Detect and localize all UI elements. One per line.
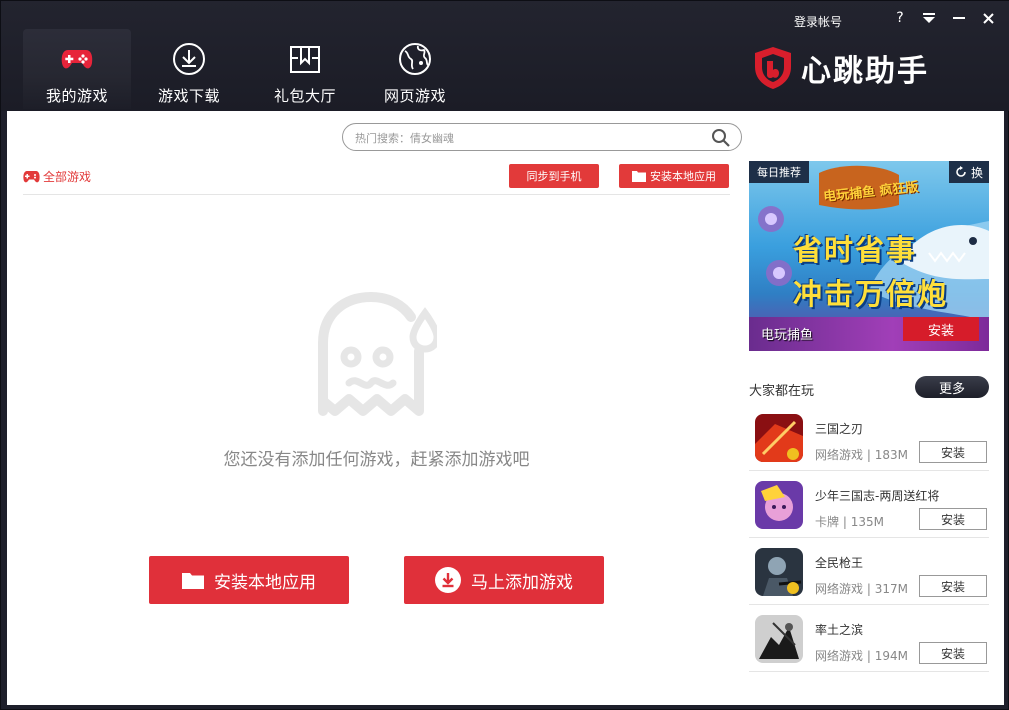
banner-switch-label: 换 — [970, 165, 983, 180]
banner-slogan-line1: 省时省事 — [793, 233, 918, 267]
games-toolbar: 全部游戏 同步到手机 安装本地应用 — [23, 161, 730, 195]
game-meta: 网络游戏 | 194M — [815, 649, 908, 663]
add-game-now-label: 马上添加游戏 — [471, 572, 573, 593]
add-game-now-button[interactable]: 马上添加游戏 — [404, 556, 604, 604]
game-meta: 卡牌 | 135M — [815, 515, 884, 529]
brand-name: 心跳助手 — [801, 54, 929, 89]
menu-icon — [923, 13, 935, 23]
game-meta: 网络游戏 | 317M — [815, 582, 908, 596]
minimize-icon — [953, 17, 965, 19]
gamepad-small-icon — [23, 170, 40, 182]
game-size: 317M — [874, 582, 908, 596]
search-icon[interactable] — [711, 128, 731, 148]
game-title: 全民枪王 — [815, 556, 864, 570]
folder-icon — [632, 171, 646, 182]
tab-gift-hall[interactable]: 礼包大厅 — [251, 29, 359, 109]
close-button[interactable] — [977, 7, 999, 29]
login-link[interactable]: 登录帐号 — [794, 13, 842, 30]
gamepad-icon — [61, 50, 93, 69]
search-box — [342, 123, 742, 151]
game-category: 网络游戏 — [815, 582, 864, 596]
brand-logo: 心跳助手 — [753, 43, 929, 93]
banner-slogan-line2: 冲击万倍炮 — [793, 277, 949, 311]
empty-message: 您还没有添加任何游戏，赶紧添加游戏吧 — [223, 450, 530, 470]
download-circle-icon — [435, 567, 461, 593]
refresh-icon — [956, 166, 966, 177]
tab-game-download[interactable]: 游戏下载 — [135, 29, 243, 109]
list-item[interactable]: 率土之滨 网络游戏 | 194M 安装 — [749, 605, 989, 672]
game-size: 183M — [874, 448, 908, 462]
game-install-button[interactable]: 安装 — [919, 642, 987, 664]
tab-my-games[interactable]: 我的游戏 — [23, 29, 131, 109]
folder-icon — [182, 573, 204, 589]
popular-section-title: 大家都在玩 — [749, 384, 815, 399]
app-window: 我的游戏 游戏下载 礼包大厅 网页游戏 登录帐号 ? 心跳助手 热门搜索：倩女幽… — [0, 0, 1009, 710]
daily-recommend-banner[interactable]: 每日推荐 换 电玩捕鱼 疯狂版 省时省事 冲击万倍炮 电玩捕鱼 安装 — [749, 161, 989, 351]
game-size: 194M — [874, 649, 908, 663]
tab-label: 网页游戏 — [383, 87, 446, 105]
game-install-button[interactable]: 安装 — [919, 441, 987, 463]
game-title: 少年三国志-两周送红将 — [815, 489, 940, 503]
globe-icon — [399, 43, 431, 75]
help-button[interactable]: ? — [889, 7, 911, 29]
all-games-tab[interactable]: 全部游戏 — [23, 168, 91, 185]
tab-label: 礼包大厅 — [273, 87, 336, 105]
menu-button[interactable] — [918, 7, 940, 29]
list-item[interactable]: 三国之刃 网络游戏 | 183M 安装 — [749, 404, 989, 471]
banner-switch-button[interactable]: 换 — [948, 161, 989, 183]
close-icon — [982, 12, 994, 24]
game-title: 率土之滨 — [815, 623, 864, 637]
install-local-app-button[interactable]: 安装本地应用 — [619, 164, 729, 188]
more-button[interactable]: 更多 — [915, 376, 989, 398]
game-size: 135M — [850, 515, 884, 529]
search-input[interactable] — [355, 128, 695, 148]
list-item[interactable]: 全民枪王 网络游戏 | 317M 安装 — [749, 538, 989, 605]
banner-tag: 每日推荐 — [749, 161, 809, 183]
banner-install-button[interactable]: 安装 — [903, 317, 979, 341]
game-thumbnail — [755, 481, 803, 529]
big-install-local-button[interactable]: 安装本地应用 — [149, 556, 349, 604]
heartbeat-shield-icon — [755, 47, 791, 89]
game-thumbnail — [755, 414, 803, 462]
main-content: 全部游戏 同步到手机 安装本地应用 您还没有添加任何游戏，赶紧添加游戏吧 安 — [7, 111, 1004, 705]
game-category: 卡牌 — [815, 515, 840, 529]
popular-game-list: 三国之刃 网络游戏 | 183M 安装 少年三国志-两周送红将 卡牌 | 135… — [749, 404, 989, 672]
list-item[interactable]: 少年三国志-两周送红将 卡牌 | 135M 安装 — [749, 471, 989, 538]
game-install-button[interactable]: 安装 — [919, 508, 987, 530]
sync-to-phone-button[interactable]: 同步到手机 — [509, 164, 599, 188]
game-title: 三国之刃 — [815, 422, 864, 436]
tab-label: 游戏下载 — [157, 87, 220, 105]
game-thumbnail — [755, 615, 803, 663]
game-thumbnail — [755, 548, 803, 596]
game-meta: 网络游戏 | 183M — [815, 448, 908, 462]
game-category: 网络游戏 — [815, 649, 864, 663]
gift-icon — [290, 46, 320, 73]
game-install-button[interactable]: 安装 — [919, 575, 987, 597]
tab-web-games[interactable]: 网页游戏 — [361, 29, 469, 109]
empty-ghost-icon — [318, 291, 437, 416]
minimize-button[interactable] — [948, 7, 970, 29]
install-local-app-label: 安装本地应用 — [650, 170, 716, 183]
banner-game-name: 电玩捕鱼 — [761, 328, 814, 343]
top-bar: 我的游戏 游戏下载 礼包大厅 网页游戏 登录帐号 ? 心跳助手 — [1, 1, 1009, 111]
download-icon — [173, 43, 205, 75]
all-games-label: 全部游戏 — [43, 170, 92, 184]
big-install-local-label: 安装本地应用 — [214, 572, 316, 593]
game-category: 网络游戏 — [815, 448, 864, 462]
tab-label: 我的游戏 — [45, 87, 108, 105]
